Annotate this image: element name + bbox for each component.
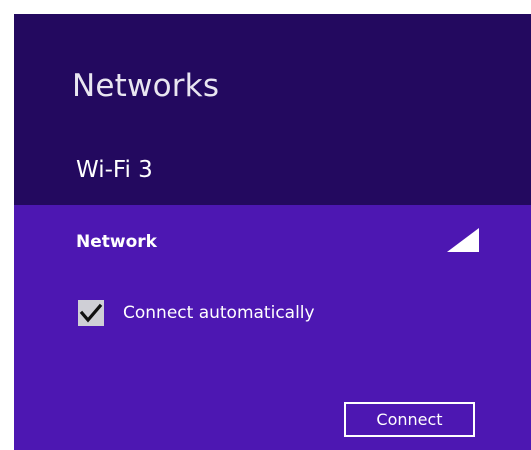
- connect-automatically-checkbox[interactable]: [78, 300, 104, 326]
- screen-background: Networks Wi-Fi 3 Network Connect automat…: [0, 0, 531, 450]
- checkmark-icon: [79, 303, 103, 323]
- connection-group-label[interactable]: Wi-Fi 3: [76, 157, 153, 183]
- connect-automatically-label: Connect automatically: [123, 303, 315, 323]
- page-title: Networks: [72, 68, 220, 104]
- signal-strength-icon: [447, 228, 479, 252]
- connect-button[interactable]: Connect: [344, 402, 475, 437]
- network-list-item[interactable]: Network: [14, 205, 531, 275]
- connect-automatically-option[interactable]: Connect automatically: [78, 298, 315, 328]
- network-details-panel: Network Connect automatically Connect: [14, 205, 531, 450]
- networks-pane: Networks Wi-Fi 3 Network Connect automat…: [14, 14, 531, 450]
- network-name: Network: [76, 232, 157, 252]
- networks-header: Networks Wi-Fi 3: [14, 14, 531, 205]
